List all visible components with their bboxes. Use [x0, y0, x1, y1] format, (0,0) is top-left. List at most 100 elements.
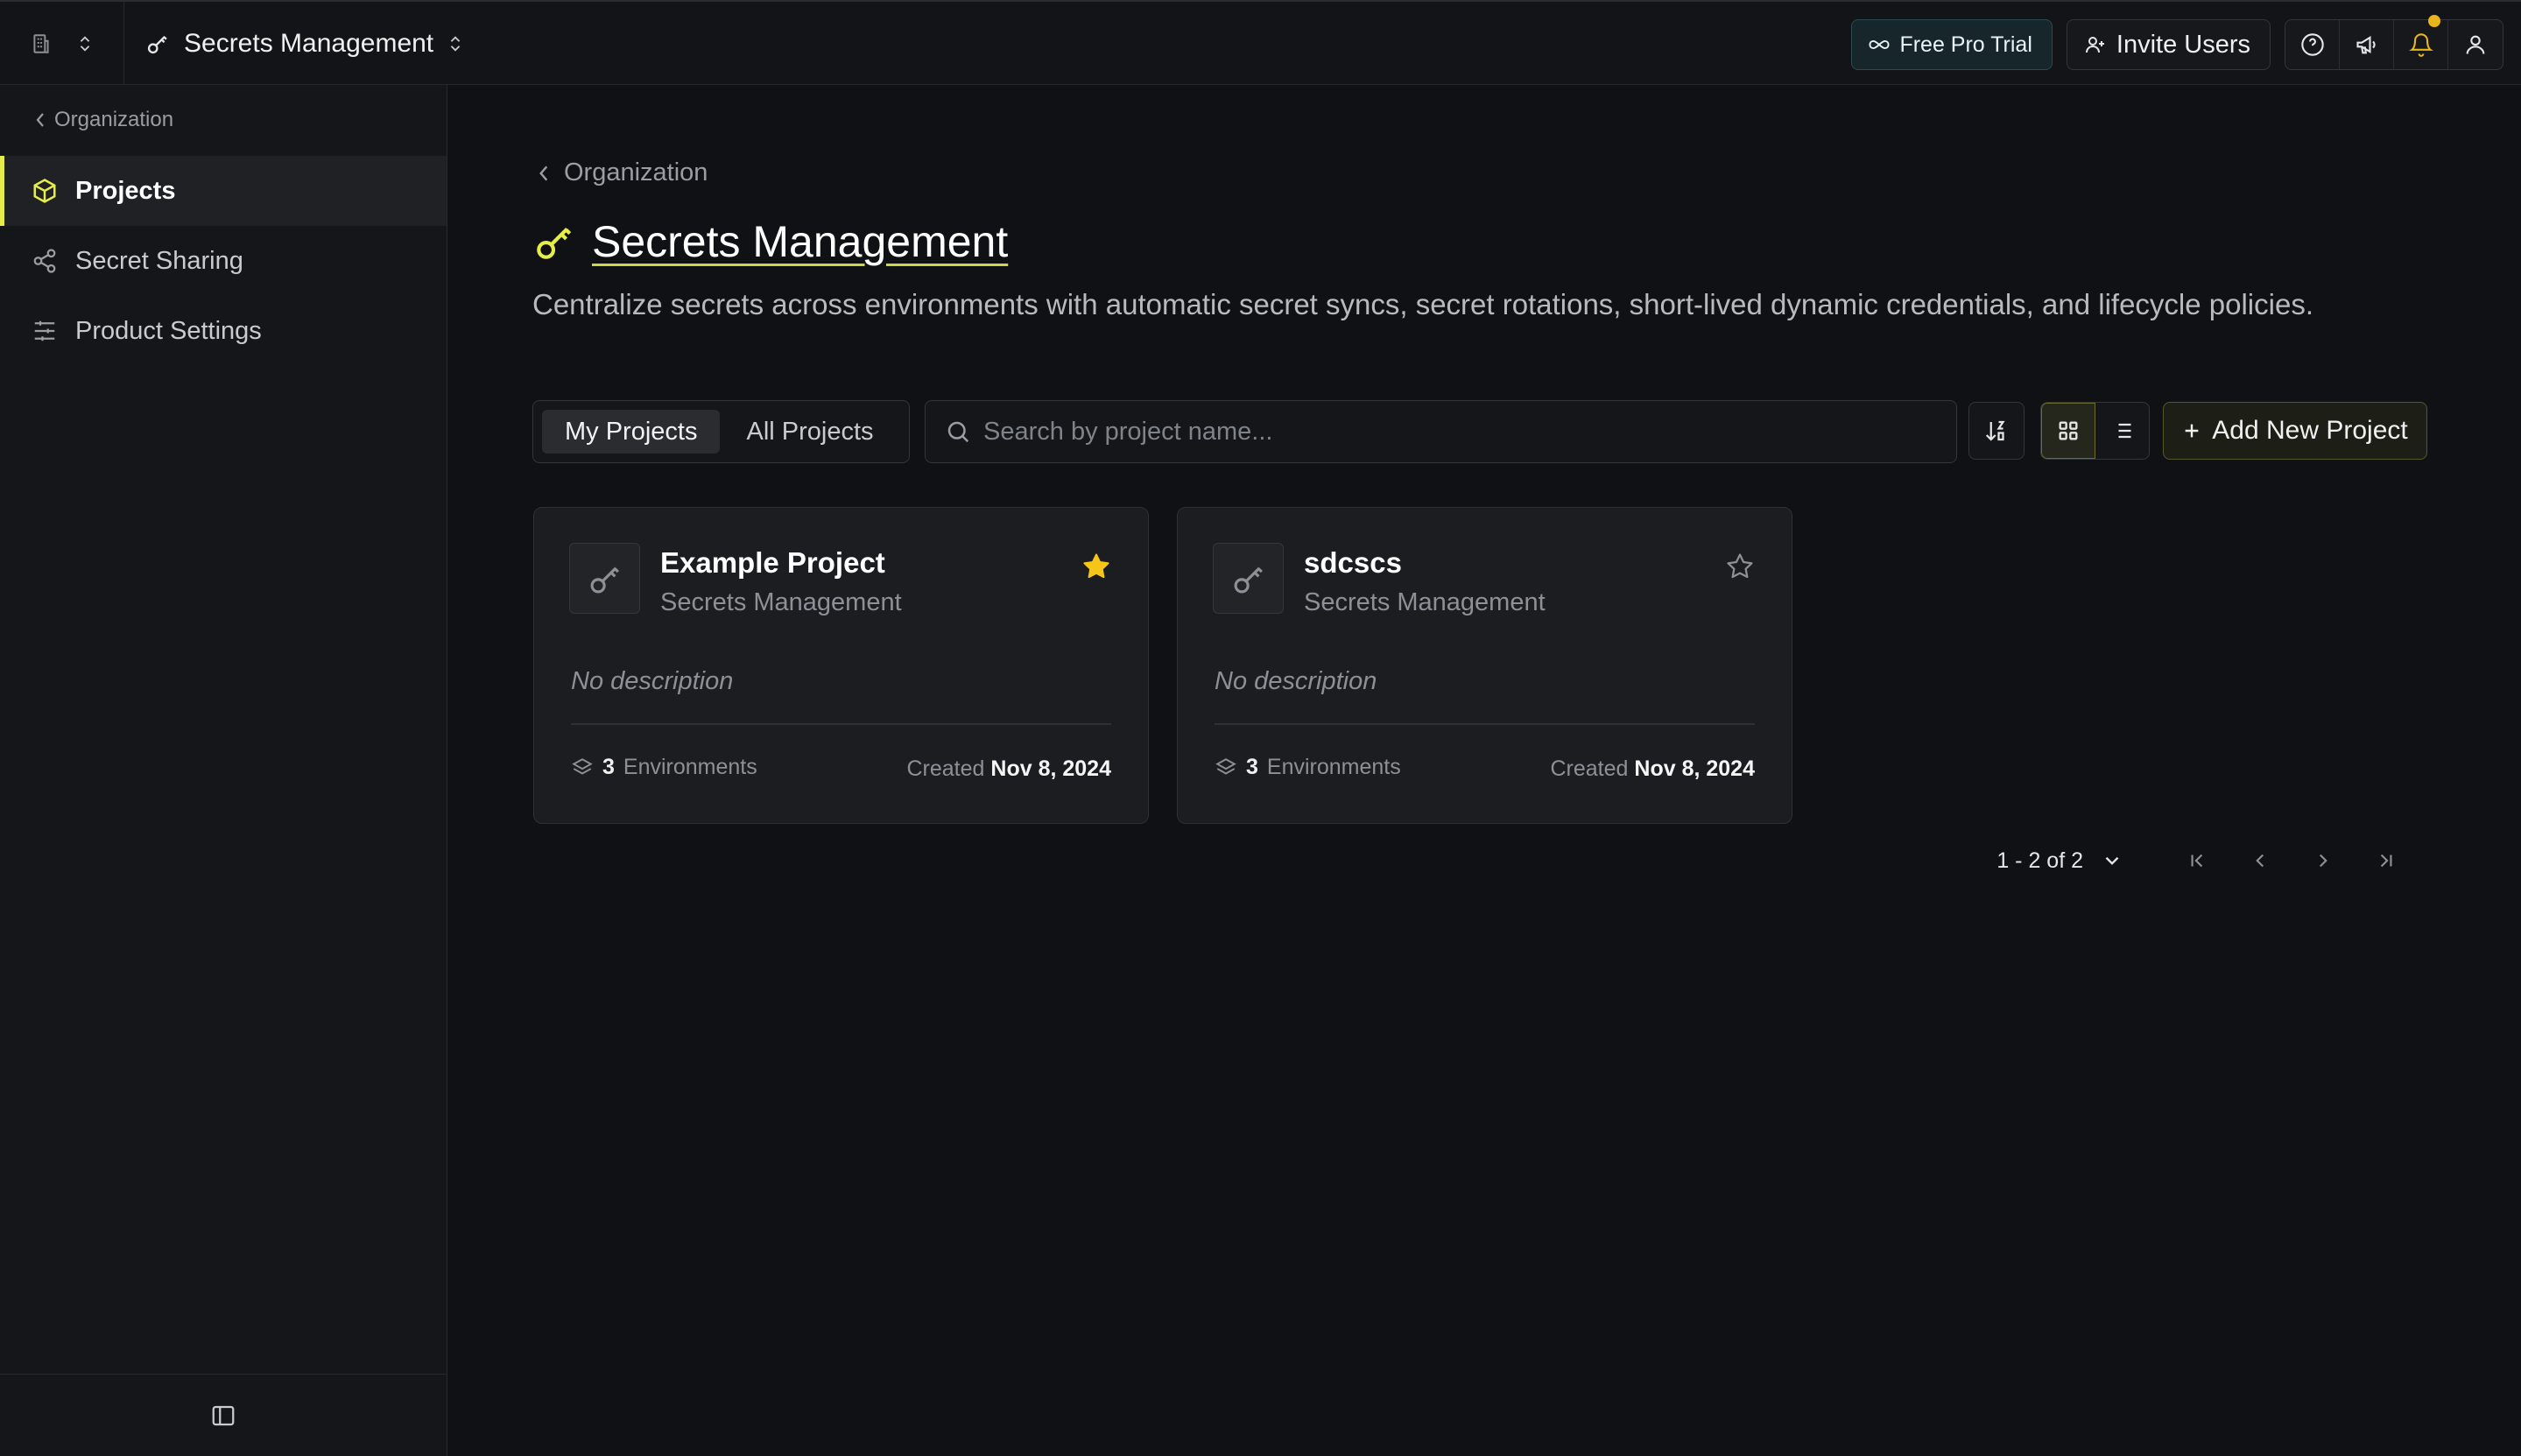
sliders-icon	[32, 318, 58, 344]
key-icon	[532, 220, 576, 264]
last-page-button[interactable]	[2355, 849, 2418, 872]
pagination-range: 1 - 2 of 2	[1996, 848, 2083, 873]
layers-icon	[571, 756, 594, 779]
project-card[interactable]: sdcscs Secrets Management No description…	[1177, 507, 1792, 824]
chevron-left-icon	[2256, 854, 2264, 868]
environments-number: 3	[602, 755, 615, 779]
project-type: Secrets Management	[1304, 588, 1546, 616]
created-date: Created Nov 8, 2024	[1551, 756, 1756, 782]
sort-icon	[1983, 418, 2010, 444]
tab-all-projects[interactable]: All Projects	[723, 410, 896, 454]
environments-count: 3 Environments	[571, 755, 757, 780]
created-value: Nov 8, 2024	[1634, 756, 1755, 781]
search-box	[925, 400, 1957, 463]
sidebar-item-projects[interactable]: Projects	[0, 156, 447, 226]
project-card[interactable]: Example Project Secrets Management No de…	[533, 507, 1149, 824]
favorite-toggle[interactable]	[1725, 552, 1755, 581]
view-mode-toggle	[2040, 402, 2150, 460]
created-date: Created Nov 8, 2024	[907, 756, 1112, 782]
cube-icon	[32, 178, 58, 204]
project-description: No description	[1215, 667, 1377, 695]
search-input[interactable]	[983, 417, 1929, 447]
key-icon	[145, 32, 170, 56]
user-menu-button[interactable]	[2448, 20, 2503, 69]
add-new-project-button[interactable]: Add New Project	[2163, 402, 2427, 460]
infinity-icon	[1868, 37, 1891, 53]
notifications-button[interactable]	[2394, 15, 2448, 69]
page-size-dropdown[interactable]	[2101, 849, 2123, 872]
chevron-left-icon	[33, 111, 47, 129]
bell-icon	[2408, 32, 2433, 57]
next-page-button[interactable]	[2292, 849, 2355, 872]
chevron-down-icon	[2105, 856, 2119, 865]
invite-users-label: Invite Users	[2116, 30, 2250, 59]
free-pro-trial-button[interactable]: Free Pro Trial	[1851, 19, 2053, 70]
key-icon	[1230, 560, 1267, 597]
star-outline-icon	[1725, 552, 1755, 581]
project-scope-tabs: My Projects All Projects	[532, 400, 910, 463]
list-icon	[2109, 419, 2134, 443]
building-icon	[30, 32, 53, 55]
back-to-organization-link[interactable]: Organization	[33, 108, 173, 132]
breadcrumb[interactable]: Organization	[538, 158, 708, 187]
projects-toolbar: My Projects All Projects Search by proje…	[532, 400, 2441, 463]
page-description: Centralize secrets across environments w…	[532, 288, 2313, 320]
sidebar-item-secret-sharing[interactable]: Secret Sharing	[0, 226, 447, 296]
project-description: No description	[571, 667, 734, 695]
sidebar-item-label: Product Settings	[75, 316, 262, 345]
project-logo	[569, 543, 640, 614]
breadcrumb-label: Organization	[564, 158, 708, 186]
user-icon	[2463, 32, 2488, 57]
utility-icons	[2285, 15, 2503, 70]
notification-dot	[2428, 15, 2440, 27]
environments-count: 3 Environments	[1215, 755, 1401, 780]
tab-my-projects[interactable]: My Projects	[542, 410, 721, 454]
product-switcher[interactable]: Secrets Management	[145, 2, 465, 85]
sidebar-item-label: Secret Sharing	[75, 246, 243, 275]
plus-icon	[2182, 421, 2201, 440]
environments-label: Environments	[1266, 755, 1401, 779]
layers-icon	[1215, 756, 1237, 779]
card-divider	[1215, 723, 1755, 725]
favorite-toggle[interactable]	[1081, 552, 1111, 581]
star-filled-icon	[1081, 552, 1111, 581]
project-name: Example Project	[660, 546, 885, 579]
megaphone-icon	[2355, 32, 2379, 57]
chevron-up-down-icon	[446, 32, 465, 56]
sidebar-item-product-settings[interactable]: Product Settings	[0, 296, 447, 366]
topbar-actions: Free Pro Trial Invite Users	[1851, 15, 2503, 70]
project-type: Secrets Management	[660, 588, 902, 616]
chevron-left-icon	[538, 164, 550, 183]
search-icon	[945, 419, 971, 445]
environments-label: Environments	[623, 755, 757, 779]
previous-page-button[interactable]	[2229, 849, 2292, 872]
top-bar: Secrets Management Free Pro Trial Invite…	[0, 0, 2521, 85]
share-icon	[32, 248, 58, 274]
invite-users-button[interactable]: Invite Users	[2066, 19, 2271, 70]
sort-button[interactable]	[1968, 402, 2025, 460]
created-value: Nov 8, 2024	[990, 756, 1111, 781]
project-logo	[1213, 543, 1284, 614]
environments-number: 3	[1246, 755, 1258, 779]
help-circle-icon	[2300, 32, 2325, 57]
announcements-button[interactable]	[2340, 20, 2394, 69]
key-icon	[587, 560, 623, 597]
chevrons-left-icon	[2191, 854, 2203, 868]
product-name: Secrets Management	[184, 28, 434, 58]
collapse-sidebar-icon[interactable]	[210, 1403, 236, 1429]
card-divider	[571, 723, 1111, 725]
org-switcher[interactable]	[0, 2, 124, 85]
grid-view-button[interactable]	[2041, 403, 2095, 459]
help-button[interactable]	[2285, 20, 2340, 69]
sidebar: Organization Projects Secret Sharing Pro…	[0, 85, 447, 1456]
main-content: Organization Secrets Management Centrali…	[448, 85, 2521, 1456]
list-view-button[interactable]	[2095, 403, 2149, 459]
created-label: Created	[906, 756, 985, 781]
chevron-right-icon	[2319, 854, 2327, 868]
first-page-button[interactable]	[2165, 849, 2229, 872]
sidebar-footer	[0, 1374, 447, 1456]
created-label: Created	[1550, 756, 1629, 781]
project-name: sdcscs	[1304, 546, 1402, 579]
chevron-up-down-icon	[75, 32, 95, 55]
pagination: 1 - 2 of 2	[1996, 843, 2418, 878]
